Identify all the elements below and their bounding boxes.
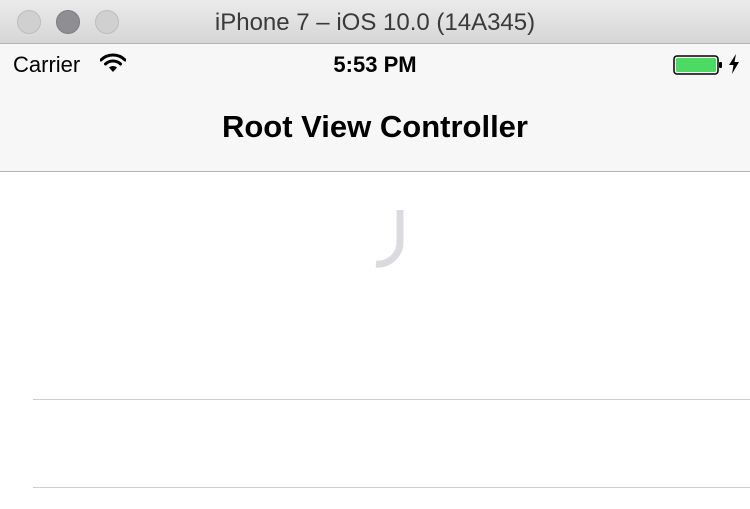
window-title: iPhone 7 – iOS 10.0 (14A345) (214, 9, 536, 36)
simulator-window: iPhone 7 – iOS 10.0 (14A345) Carrier 5:5… (0, 0, 750, 509)
table-row-separator (33, 399, 750, 400)
charging-bolt-icon (729, 54, 739, 74)
battery-icon (673, 55, 722, 75)
activity-spinner-icon (375, 210, 404, 268)
table-row-separator (33, 487, 750, 488)
window-titlebar: iPhone 7 – iOS 10.0 (14A345) (0, 0, 750, 44)
status-time: 5:53 PM (333, 52, 417, 77)
nav-title: Root View Controller (221, 109, 528, 144)
ios-header: Carrier 5:53 PM Root View Controller (0, 44, 750, 172)
